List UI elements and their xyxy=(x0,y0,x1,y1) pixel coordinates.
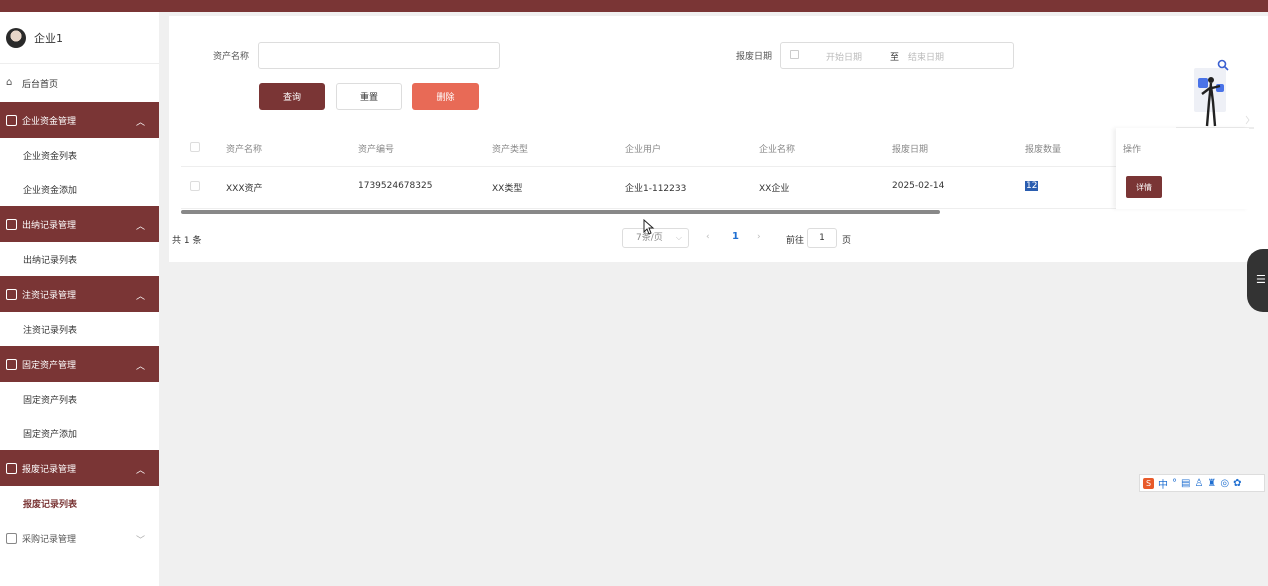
cell-company-user: 企业1-112233 xyxy=(625,184,687,194)
scrap-date-range[interactable]: 开始日期 至 结束日期 xyxy=(780,42,1014,69)
cell-asset-no: 1739524678325 xyxy=(358,181,433,191)
sidebar-group-label: 出纳记录管理 xyxy=(22,220,77,231)
header-scrap-date[interactable]: 报废日期 xyxy=(892,142,928,155)
cell-scrap-date: 2025-02-14 xyxy=(892,181,945,191)
scrollbar-thumb[interactable] xyxy=(181,210,940,214)
document-icon xyxy=(6,288,17,300)
ime-mode-toggle[interactable]: 中 xyxy=(1158,476,1168,491)
sidebar-item-fixed-assets-list[interactable]: 固定资产列表 xyxy=(0,382,159,416)
header-company-user[interactable]: 企业用户 xyxy=(625,142,661,155)
home-icon: ⌂ xyxy=(6,77,13,88)
select-all-checkbox[interactable] xyxy=(190,142,200,152)
sidebar-item-cashier-list[interactable]: 出纳记录列表 xyxy=(0,242,159,276)
toolbox-icon[interactable]: ◎ xyxy=(1220,478,1229,489)
scrap-date-label: 报废日期 xyxy=(736,52,773,62)
mouse-cursor-icon xyxy=(643,219,655,235)
calendar-icon xyxy=(790,50,799,59)
page-size-select[interactable]: 7条/页 ⌵ xyxy=(622,228,689,248)
sidebar-group-purchase[interactable]: 采购记录管理 ﹀ xyxy=(0,520,159,556)
delete-button[interactable]: 删除 xyxy=(412,83,479,110)
table-header: 资产名称 资产编号 资产类型 企业用户 企业名称 报废日期 报废数量 xyxy=(181,128,1249,167)
sidebar-group-fixed-assets[interactable]: 固定资产管理 ︿ xyxy=(0,346,159,382)
sidebar-item-scrap-list[interactable]: 报废记录列表 xyxy=(0,486,159,520)
sidebar-item-funds-add[interactable]: 企业资金添加 xyxy=(0,172,159,206)
document-icon xyxy=(6,358,17,370)
header-asset-no[interactable]: 资产编号 xyxy=(358,142,394,155)
chevron-down-icon: ﹀ xyxy=(135,536,145,546)
top-bar xyxy=(0,0,1268,12)
search-illustration-icon xyxy=(1176,59,1254,129)
sidebar-item-funds-list[interactable]: 企业资金列表 xyxy=(0,138,159,172)
sidebar-group-label: 注资记录管理 xyxy=(22,290,77,301)
page-number-1[interactable]: 1 xyxy=(732,231,739,242)
table-row[interactable]: XXX资产 1739524678325 XX类型 企业1-112233 XX企业… xyxy=(181,167,1249,209)
user-icon[interactable]: ♙ xyxy=(1194,478,1203,489)
keyboard-icon[interactable]: ▤ xyxy=(1181,478,1190,489)
sidebar-group-scrap[interactable]: 报废记录管理 ︿ xyxy=(0,450,159,486)
sidebar: 企业1 ⌂ 后台首页 企业资金管理 ︿ 企业资金列表 企业资金添加 出纳记录管理… xyxy=(0,12,159,586)
detail-button[interactable]: 详情 xyxy=(1126,176,1162,198)
cell-asset-type: XX类型 xyxy=(492,184,523,194)
query-button[interactable]: 查询 xyxy=(259,83,325,110)
asset-name-input[interactable] xyxy=(258,42,500,69)
menu-icon: ☰ xyxy=(1256,273,1266,286)
user-profile[interactable]: 企业1 xyxy=(0,12,159,64)
goto-unit: 页 xyxy=(842,236,852,246)
chevron-up-icon: ︿ xyxy=(135,362,145,372)
header-asset-type[interactable]: 资产类型 xyxy=(492,142,528,155)
document-icon xyxy=(6,114,17,126)
prev-page-button[interactable]: ‹ xyxy=(706,232,710,242)
sidebar-group-cashier[interactable]: 出纳记录管理 ︿ xyxy=(0,206,159,242)
sidebar-group-capital[interactable]: 注资记录管理 ︿ xyxy=(0,276,159,312)
header-asset-name[interactable]: 资产名称 xyxy=(226,142,262,155)
ime-toolbar[interactable]: S 中 ° ▤ ♙ ♜ ◎ ✿ xyxy=(1139,474,1265,492)
cell-scrap-qty: 12 xyxy=(1025,181,1039,191)
header-operation: 操作 xyxy=(1123,145,1142,155)
chevron-up-icon: ︿ xyxy=(135,118,145,128)
row-checkbox[interactable] xyxy=(190,181,200,191)
next-page-button[interactable]: › xyxy=(757,232,761,242)
settings-icon[interactable]: ✿ xyxy=(1233,478,1241,489)
skin-icon[interactable]: ♜ xyxy=(1207,478,1216,489)
chevron-up-icon: ︿ xyxy=(135,466,145,476)
header-scrap-qty[interactable]: 报废数量 xyxy=(1025,142,1061,155)
goto-page-input[interactable]: 1 xyxy=(807,228,837,248)
operation-column: 操作 详情 xyxy=(1116,128,1249,209)
chevron-up-icon: ︿ xyxy=(135,222,145,232)
sidebar-item-label: 后台首页 xyxy=(22,79,59,90)
side-drawer-toggle[interactable]: ☰ xyxy=(1247,249,1268,312)
header-company-name[interactable]: 企业名称 xyxy=(759,142,795,155)
sidebar-group-label: 采购记录管理 xyxy=(22,534,77,545)
sidebar-item-fixed-assets-add[interactable]: 固定资产添加 xyxy=(0,416,159,450)
end-date-input[interactable]: 结束日期 xyxy=(908,50,944,63)
chevron-down-icon: ⌵ xyxy=(675,233,682,242)
main-panel: 资产名称 报废日期 开始日期 至 结束日期 查询 重置 删除 资产名称 资产编号… xyxy=(169,16,1268,262)
horizontal-scrollbar[interactable] xyxy=(181,209,1249,215)
cell-company-name: XX企业 xyxy=(759,184,790,194)
cell-asset-name: XXX资产 xyxy=(226,184,263,194)
sidebar-item-home[interactable]: ⌂ 后台首页 xyxy=(0,64,159,102)
document-icon xyxy=(6,532,17,544)
user-name: 企业1 xyxy=(34,31,63,45)
pagination-total: 共 1 条 xyxy=(172,236,202,246)
sidebar-item-capital-list[interactable]: 注资记录列表 xyxy=(0,312,159,346)
goto-label: 前往 xyxy=(786,236,805,246)
document-icon xyxy=(6,462,17,474)
date-range-separator: 至 xyxy=(890,53,900,63)
chevron-up-icon: ︿ xyxy=(135,292,145,302)
sidebar-group-label: 固定资产管理 xyxy=(22,360,77,371)
sidebar-group-label: 报废记录管理 xyxy=(22,464,77,475)
sidebar-group-funds[interactable]: 企业资金管理 ︿ xyxy=(0,102,159,138)
asset-name-label: 资产名称 xyxy=(213,52,250,62)
start-date-input[interactable]: 开始日期 xyxy=(826,50,862,63)
reset-button[interactable]: 重置 xyxy=(336,83,402,110)
selected-text: 12 xyxy=(1025,181,1039,191)
document-icon xyxy=(6,218,17,230)
sidebar-group-label: 企业资金管理 xyxy=(22,116,77,127)
avatar xyxy=(6,27,26,48)
ime-logo-icon: S xyxy=(1143,477,1154,489)
punctuation-icon[interactable]: ° xyxy=(1172,478,1177,489)
